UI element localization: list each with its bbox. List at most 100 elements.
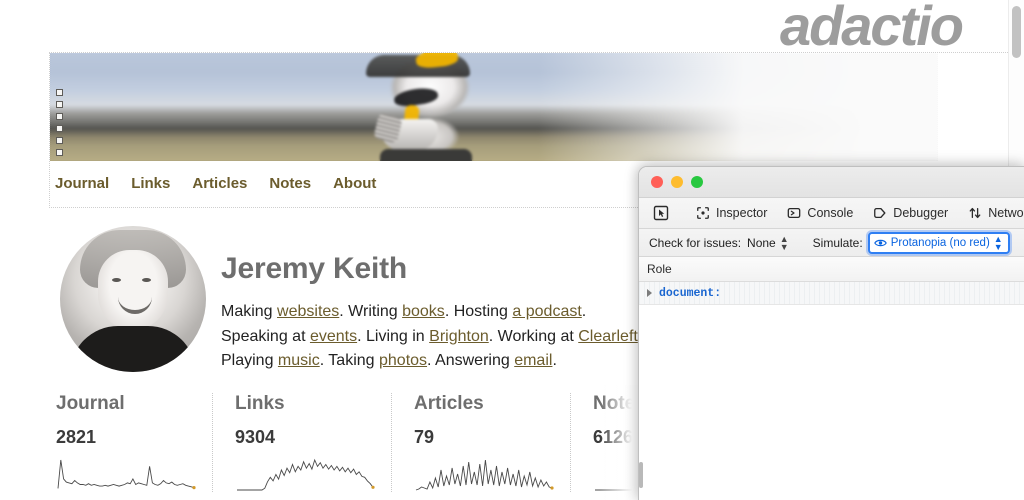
avatar-eye-left — [112, 278, 121, 282]
page-scrollbar-thumb[interactable] — [1012, 6, 1021, 58]
tab-debugger[interactable]: Debugger — [863, 198, 958, 228]
bio-link[interactable]: books — [402, 303, 445, 320]
sparkline-endpoint — [192, 486, 195, 489]
sparkline-articles — [414, 458, 554, 492]
devtools-tabbar: Inspector Console Debugger — [639, 198, 1024, 229]
bio-line-1: Making websites. Writing books. Hosting … — [221, 300, 661, 325]
bio-text: . Working at — [489, 328, 579, 345]
element-picker-button[interactable] — [647, 198, 678, 228]
filmstrip-marker — [56, 113, 63, 120]
check-for-issues-value: None — [747, 236, 776, 250]
devtools-titlebar — [639, 167, 1024, 198]
tab-network-label: Network — [988, 206, 1024, 220]
column-header-label: Role — [647, 262, 672, 276]
bio-text: . Taking — [320, 352, 379, 369]
avatar — [60, 226, 206, 372]
bio-text: . Writing — [339, 303, 402, 320]
simulate-value: Protanopia (no red) — [891, 237, 990, 249]
bio-text: Making — [221, 303, 277, 320]
bio-text: Playing — [221, 352, 278, 369]
check-for-issues-label: Check for issues: — [649, 236, 741, 250]
audit-toolbar: Check for issues: None ▲▼ Simulate: Prot… — [639, 229, 1024, 257]
minimize-icon[interactable] — [671, 176, 683, 188]
filmstrip-marker — [56, 125, 63, 132]
bio-link[interactable]: photos — [379, 352, 427, 369]
stat-card-links[interactable]: Links 9304 — [212, 393, 391, 492]
stat-label: Journal — [56, 393, 212, 415]
eye-icon — [874, 238, 887, 248]
site-logo[interactable]: adactio — [780, 0, 962, 54]
bio-line-3: Playing music. Taking photos. Answering … — [221, 349, 661, 374]
bio-text: . Hosting — [445, 303, 513, 320]
stepper-icon: ▲▼ — [994, 235, 1003, 251]
sidebar-item-journal[interactable]: Journal — [55, 175, 109, 192]
tab-console-label: Console — [807, 206, 853, 220]
sparkline-path — [58, 460, 194, 488]
simulate-select[interactable]: Protanopia (no red) ▲▼ — [868, 232, 1010, 254]
bio-link[interactable]: email — [514, 352, 552, 369]
console-icon — [787, 206, 801, 220]
page-title: Jeremy Keith — [221, 252, 661, 286]
column-header-role: Role — [639, 257, 1024, 282]
banner-blur — [50, 53, 938, 161]
sparkline-journal — [56, 458, 196, 492]
bio-text: . Answering — [427, 352, 514, 369]
sparkline-endpoint — [550, 486, 553, 489]
stat-card-journal[interactable]: Journal 2821 — [50, 393, 212, 492]
tab-inspector-label: Inspector — [716, 206, 767, 220]
simulate-label: Simulate: — [813, 236, 863, 250]
bio-link[interactable]: music — [278, 352, 320, 369]
stat-card-articles[interactable]: Articles 79 — [391, 393, 570, 492]
zoom-icon[interactable] — [691, 176, 703, 188]
tab-inspector[interactable]: Inspector — [686, 198, 777, 228]
main-navigation: Journal Links Articles Notes About — [55, 175, 376, 192]
stat-label: Links — [235, 393, 391, 415]
sparkline-path — [237, 460, 373, 490]
sparkline-endpoint — [371, 486, 374, 489]
filmstrip-marker — [56, 149, 63, 156]
bio-link[interactable]: a podcast — [512, 303, 581, 320]
stat-count: 79 — [414, 427, 570, 448]
sidebar-item-notes[interactable]: Notes — [269, 175, 311, 192]
accessibility-tree-body — [639, 305, 1024, 500]
stat-count: 9304 — [235, 427, 391, 448]
sidebar-item-articles[interactable]: Articles — [192, 175, 247, 192]
filmstrip-marker — [56, 137, 63, 144]
stat-count: 2821 — [56, 427, 212, 448]
table-row[interactable]: document: — [639, 282, 1024, 305]
network-icon — [968, 206, 982, 220]
bio-text: . Living in — [357, 328, 429, 345]
bio-text: . — [552, 352, 556, 369]
avatar-face — [98, 250, 168, 330]
tab-console[interactable]: Console — [777, 198, 863, 228]
close-icon[interactable] — [651, 176, 663, 188]
filmstrip-marker — [56, 101, 63, 108]
bio-line-2: Speaking at events. Living in Brighton. … — [221, 325, 661, 350]
inspector-icon — [696, 206, 710, 220]
bio-text: . — [582, 303, 586, 320]
stepper-icon: ▲▼ — [780, 235, 789, 251]
sidebar-item-about[interactable]: About — [333, 175, 376, 192]
bio-link[interactable]: events — [310, 328, 357, 345]
bio-link[interactable]: websites — [277, 303, 339, 320]
filmstrip-marker — [56, 89, 63, 96]
bio-text: Speaking at — [221, 328, 310, 345]
filmstrip-markers — [56, 89, 67, 159]
window-controls — [651, 176, 703, 188]
avatar-shirt — [70, 326, 196, 372]
tab-network[interactable]: Network — [958, 198, 1024, 228]
check-for-issues-select[interactable]: None ▲▼ — [747, 235, 789, 251]
row-label: document: — [659, 287, 721, 300]
sparkline-links — [235, 458, 375, 492]
sidebar-item-links[interactable]: Links — [131, 175, 170, 192]
tab-debugger-label: Debugger — [893, 206, 948, 220]
avatar-eye-right — [142, 278, 151, 282]
web-inspector-window: Inspector Console Debugger — [638, 166, 1024, 500]
devtools-scrollbar-thumb[interactable] — [639, 462, 643, 488]
sparkline-path — [416, 460, 552, 490]
debugger-icon — [873, 206, 887, 220]
chevron-right-icon[interactable] — [647, 289, 652, 297]
screenshot-root: adactio — [0, 0, 1024, 500]
bio-link[interactable]: Brighton — [429, 328, 489, 345]
bio-link[interactable]: Clearleft — [578, 328, 638, 345]
